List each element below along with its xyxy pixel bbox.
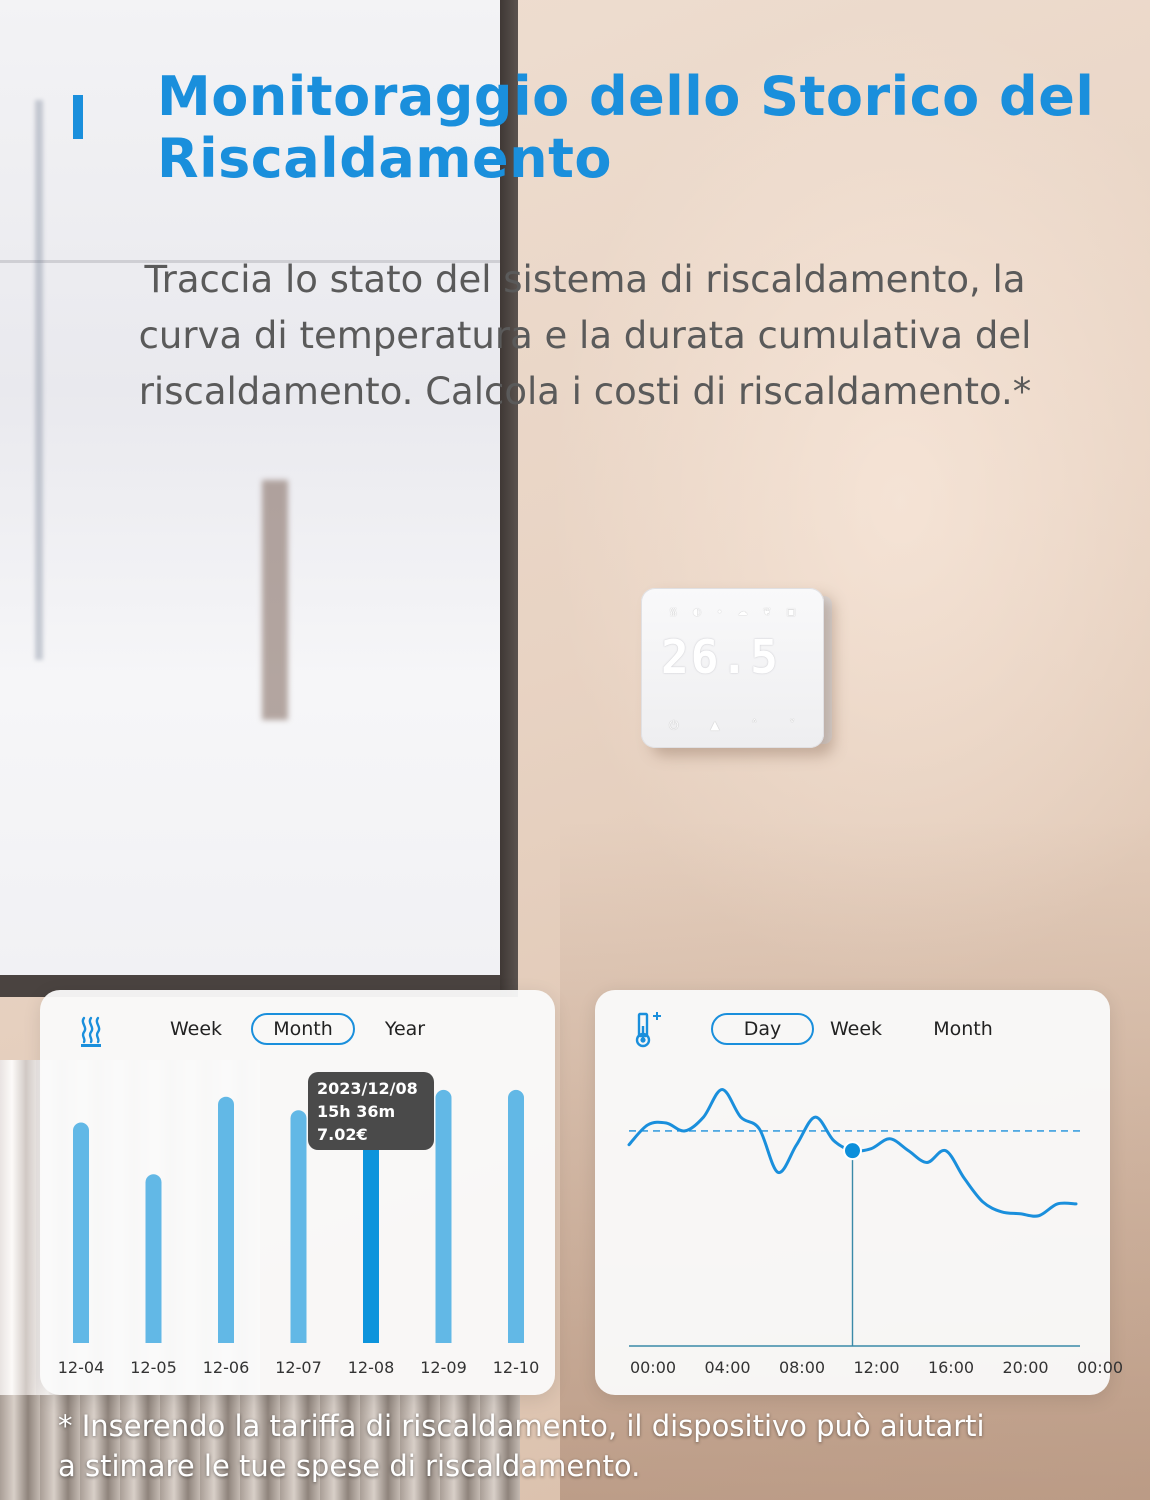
- thermostat-temperature-display: 26.5: [661, 630, 780, 684]
- line-x-tick-label: 20:00: [1002, 1358, 1049, 1377]
- footnote-line-1: * Inserendo la tariffa di riscaldamento,…: [58, 1409, 985, 1443]
- bar-x-label: 12-05: [130, 1358, 177, 1377]
- bar-x-label: 12-07: [275, 1358, 322, 1377]
- line-x-tick-label: 12:00: [853, 1358, 900, 1377]
- temperature-curve-card: Day Week Month 00:00 04:00 08:00 12:00 16:00…: [595, 990, 1123, 1395]
- heating-bar-chart: [73, 1089, 524, 1343]
- title-line-2: Riscaldamento: [157, 127, 613, 190]
- bar-base-12-08: [363, 1327, 379, 1343]
- bar-12-10[interactable]: [508, 1089, 524, 1343]
- line-x-tick-label: 00:00: [1076, 1358, 1124, 1377]
- bar-base-12-06: [218, 1327, 234, 1343]
- line-x-tick-label: 08:00: [778, 1358, 826, 1377]
- thermostat-control-icons: ⏻ ▲ ˄ ˅: [669, 718, 810, 732]
- bar-x-label: 12-08: [347, 1358, 395, 1377]
- page-title: Monitoraggio dello Storico del Riscaldam…: [157, 66, 1137, 190]
- bar-base-12-07: [290, 1327, 307, 1343]
- bar-12-08[interactable]: [363, 1130, 379, 1343]
- tooltip-date: 2023/12/08: [317, 1079, 418, 1098]
- bar-base-12-04: [73, 1327, 89, 1343]
- bar-12-07[interactable]: [290, 1110, 307, 1343]
- line-x-tick-label: 00:00: [629, 1358, 677, 1377]
- tooltip-cost: 7.02€: [317, 1125, 368, 1144]
- thermostat-status-icons: ᯾ ◐ • ☁ ❦ ▣: [669, 607, 802, 618]
- bar-base-12-05: [145, 1327, 162, 1343]
- subtitle-line-2: curva di temperatura e la durata cumulat…: [138, 314, 1032, 357]
- bar-x-label: 12-06: [202, 1358, 250, 1377]
- bar-12-09[interactable]: [435, 1089, 452, 1343]
- heating-history-card: Week Month Year 2023/12/08 15h 36m 7.02€…: [40, 990, 555, 1395]
- subtitle-line-1: Traccia lo stato del sistema di riscalda…: [144, 258, 1026, 301]
- title-line-1: Monitoraggio dello Storico del: [157, 65, 1095, 128]
- bar-tooltip: 2023/12/08 15h 36m 7.02€: [308, 1072, 434, 1150]
- bar-x-label: 12-04: [57, 1358, 105, 1377]
- footnote: * Inserendo la tariffa di riscaldamento,…: [58, 1406, 1138, 1486]
- tree-trunk: [262, 480, 288, 720]
- bar-x-label: 12-09: [420, 1358, 467, 1377]
- bar-base-12-09: [435, 1327, 452, 1343]
- thermostat-device: ᯾ ◐ • ☁ ❦ ▣ 26.5 ⏻ ▲ ˄ ˅: [641, 588, 824, 748]
- cursor-point[interactable]: [843, 1141, 862, 1161]
- bar-12-04[interactable]: [73, 1122, 89, 1343]
- bar-x-label: 12-10: [492, 1358, 540, 1377]
- bar-base-12-10: [508, 1327, 524, 1343]
- page-subtitle: Traccia lo stato del sistema di riscalda…: [20, 252, 1150, 420]
- footnote-line-2: a stimare le tue spese di riscaldamento.: [58, 1449, 641, 1483]
- temperature-line-chart: [627, 1087, 1084, 1347]
- bar-12-06[interactable]: [218, 1096, 234, 1343]
- line-x-tick-label: 16:00: [927, 1358, 975, 1377]
- subtitle-line-3: riscaldamento. Calcola i costi di riscal…: [138, 370, 1032, 413]
- bar-12-05[interactable]: [145, 1174, 162, 1343]
- line-x-tick-label: 04:00: [704, 1358, 751, 1377]
- tooltip-duration: 15h 36m: [317, 1102, 396, 1121]
- title-accent-bar: [73, 95, 83, 139]
